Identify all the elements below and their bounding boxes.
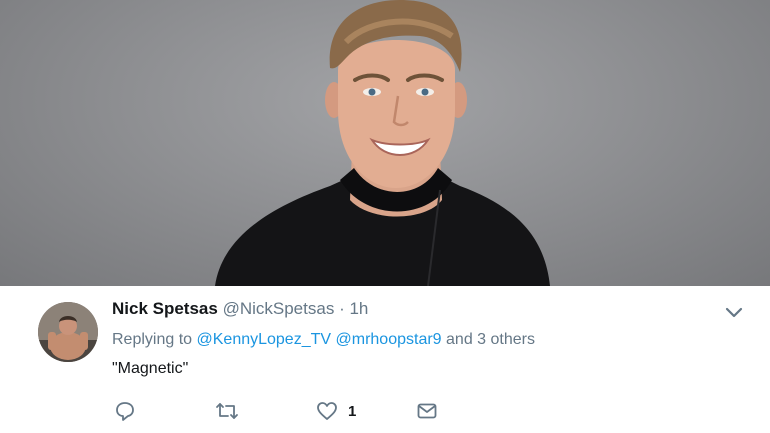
user-handle[interactable]: @NickSpetsas: [223, 299, 335, 318]
direct-message-button[interactable]: [416, 400, 438, 422]
avatar-image: [38, 302, 98, 362]
like-count: 1: [348, 402, 357, 420]
heart-icon: [317, 402, 337, 420]
replying-suffix[interactable]: and 3 others: [446, 331, 535, 348]
separator-dot: ·: [339, 299, 345, 318]
tweet-header: Nick Spetsas @NickSpetsas · 1h: [112, 299, 368, 319]
replying-prefix: Replying to: [112, 331, 193, 348]
tweet-photo[interactable]: [0, 0, 770, 286]
left-iris: [368, 88, 376, 96]
tweet-text: "Magnetic": [112, 360, 189, 377]
direct-message-icon: [417, 403, 437, 419]
mention-link-2[interactable]: @mrhoopstar9: [336, 331, 442, 348]
chevron-down-icon[interactable]: [724, 304, 744, 320]
avatar[interactable]: [38, 302, 98, 362]
mention-link-1[interactable]: @KennyLopez_TV: [197, 331, 332, 348]
like-button[interactable]: 1: [316, 400, 356, 422]
retweet-button[interactable]: [215, 400, 239, 422]
display-name[interactable]: Nick Spetsas: [112, 299, 218, 318]
tweet-timestamp[interactable]: 1h: [349, 299, 368, 318]
reply-button[interactable]: [114, 400, 136, 422]
replying-to-line: Replying to @KennyLopez_TV @mrhoopstar9 …: [112, 331, 535, 349]
retweet-icon: [216, 403, 238, 419]
reply-icon: [116, 402, 134, 421]
face: [338, 40, 455, 188]
tweet-card: Nick Spetsas @NickSpetsas · 1h Replying …: [0, 286, 770, 433]
portrait-illustration: [215, 0, 550, 286]
right-iris: [421, 88, 429, 96]
